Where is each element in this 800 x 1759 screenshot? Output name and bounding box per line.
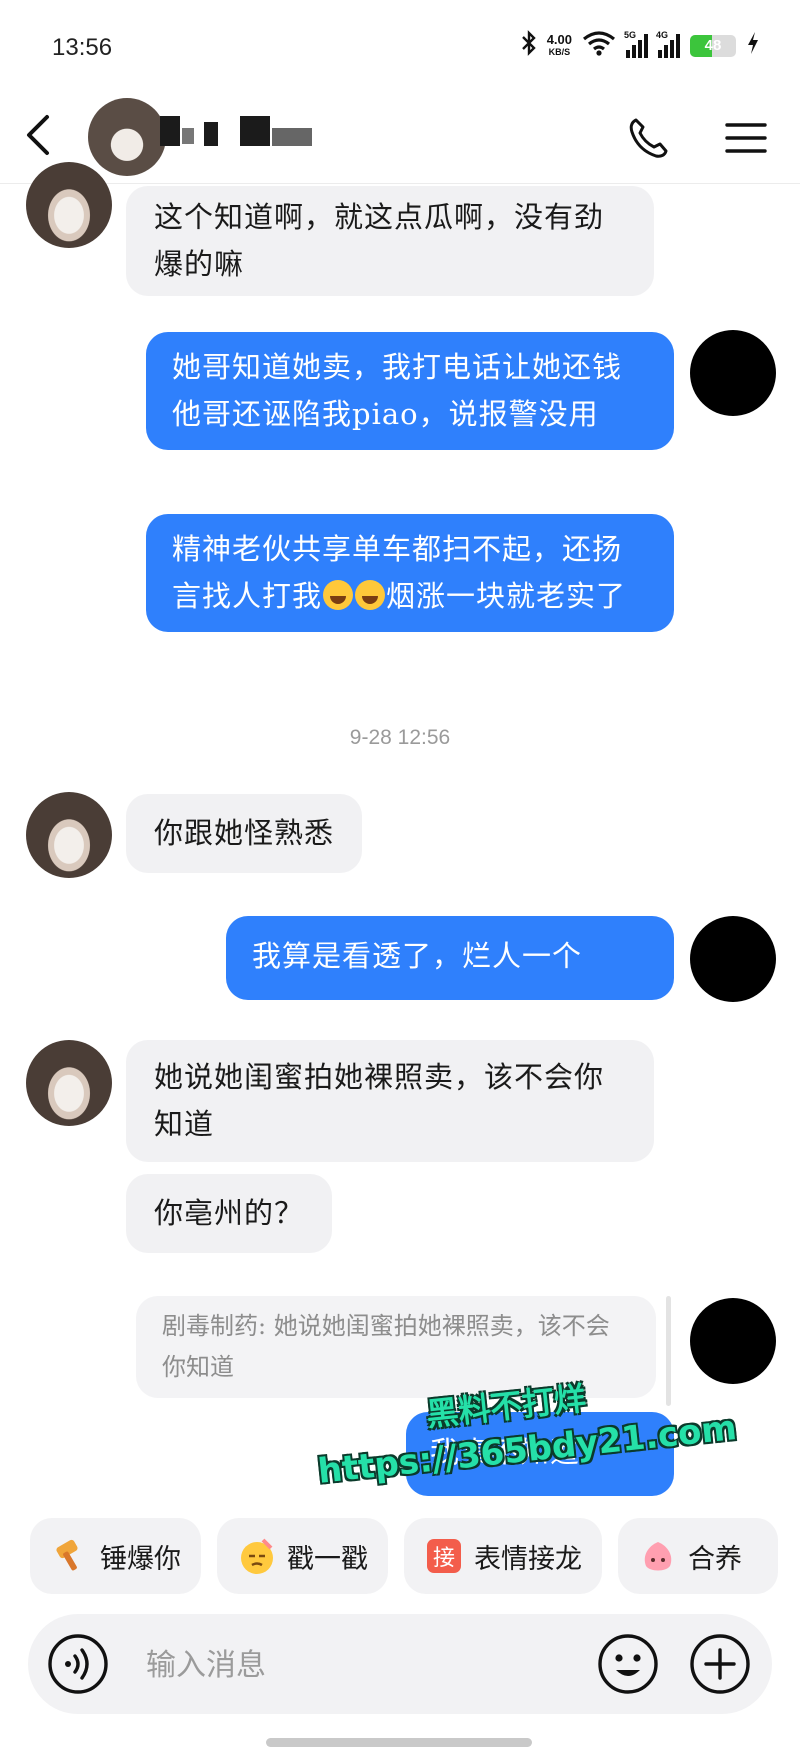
menu-icon [725,123,767,153]
message-input-bar [28,1614,772,1714]
message-timestamp: 9-28 12:56 [349,726,451,749]
signal-sim2-icon: 4G [656,30,680,58]
emoji-icon [598,1634,658,1694]
quick-action-poke[interactable]: 戳一戳 [217,1518,388,1594]
sender-avatar[interactable] [26,1040,112,1126]
charging-icon [746,31,760,60]
quick-action-label: 戳一戳 [287,1543,368,1575]
network-speed-value: 4.00 [546,31,572,47]
rofl-emoji-icon [355,580,386,610]
voice-call-button[interactable] [620,110,676,166]
voice-input-button[interactable] [46,1632,110,1696]
message-text: 她哥知道她卖，我打电话让她还钱他哥还诬陷我piao，说报警没用 [172,350,623,431]
message-text: 她说她闺蜜拍她裸照卖，该不会你知道 [154,1060,605,1141]
contact-name-redacted [160,116,320,146]
menu-button[interactable] [718,110,774,166]
voice-icon [48,1634,108,1694]
quick-action-label: 表情接龙 [474,1543,582,1575]
battery-level: 48 [704,36,722,54]
wifi-icon [582,30,616,61]
message-bubble-incoming[interactable]: 你亳州的？ [126,1174,333,1253]
quick-action-co-raise[interactable]: 合养 [618,1518,778,1594]
home-indicator[interactable] [266,1738,532,1747]
sim1-tag: 5G [624,29,637,40]
message-text: 你跟她怪熟悉 [154,816,335,850]
sim2-tag: 4G [656,29,669,40]
network-speed-unit: KB/S [548,46,571,57]
my-avatar[interactable] [690,330,776,416]
network-speed: 4.00 KB/S [546,31,572,58]
message-text: 这个知道啊，就这点瓜啊，没有劲爆的嘛 [154,200,605,281]
contact-avatar[interactable] [88,98,166,176]
my-avatar[interactable] [690,1298,776,1384]
hammer-icon [50,1536,90,1576]
quote-divider [666,1296,671,1406]
message-bubble-outgoing[interactable]: 我算是看透了，烂人一个 [226,916,674,1000]
peach-pet-icon [638,1536,678,1576]
sender-avatar[interactable] [26,162,112,248]
quick-action-emoji-relay[interactable]: 接 表情接龙 [404,1518,602,1594]
quoted-text: 剧毒制药: 她说她闺蜜拍她裸照卖，该不会你知道 [162,1312,610,1381]
back-button[interactable] [14,110,62,160]
my-avatar[interactable] [690,916,776,1002]
message-text: 烟涨一块就老实了 [386,579,627,613]
bluetooth-icon [521,30,537,61]
quick-actions-bar: 锤爆你 戳一戳 接 表情接龙 合养 [30,1518,778,1594]
message-bubble-incoming[interactable]: 这个知道啊，就这点瓜啊，没有劲爆的嘛 [126,186,654,296]
quick-action-label: 锤爆你 [100,1543,181,1575]
quick-action-hammer[interactable]: 锤爆你 [30,1518,201,1594]
message-text: 我算是看透了，烂人一个 [252,939,583,973]
message-input[interactable] [144,1634,598,1696]
message-bubble-incoming[interactable]: 你跟她怪熟悉 [126,794,363,873]
message-text: 你亳州的？ [154,1196,305,1230]
phone-icon [629,118,668,158]
status-time: 13:56 [52,34,113,61]
quick-action-label: 合养 [688,1543,742,1575]
status-icons: 4.00 KB/S 5G 4G 48 [521,30,760,61]
rofl-emoji-icon [323,580,354,610]
more-options-button[interactable] [688,1632,752,1696]
message-bubble-outgoing[interactable]: 她哥知道她卖，我打电话让她还钱他哥还诬陷我piao，说报警没用 [146,332,674,450]
battery-indicator: 48 [690,34,736,57]
poke-face-icon [237,1536,277,1576]
plus-icon [690,1634,750,1694]
message-bubble-incoming[interactable]: 她说她闺蜜拍她裸照卖，该不会你知道 [126,1040,654,1162]
emoji-button[interactable] [596,1632,660,1696]
signal-sim1-icon: 5G [624,30,648,58]
relay-badge-text: 接 [427,1539,461,1573]
chat-header [0,88,800,184]
relay-badge-icon: 接 [424,1536,464,1576]
back-arrow-icon [27,115,49,155]
message-bubble-outgoing[interactable]: 精神老伙共享单车都扫不起，还扬言找人打我 烟涨一块就老实了 [146,514,674,632]
sender-avatar[interactable] [26,792,112,878]
